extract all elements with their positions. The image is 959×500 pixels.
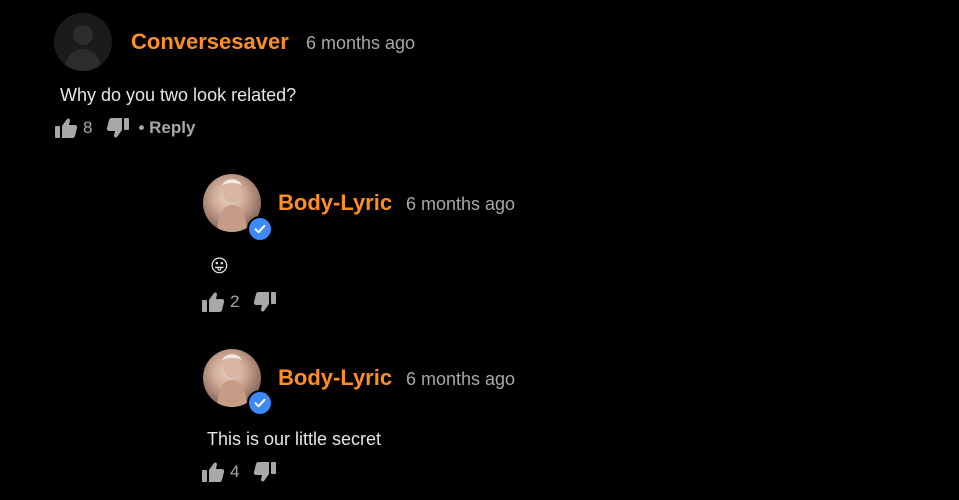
comment-actions: 4 [201, 461, 277, 483]
comment-text: 😛 [210, 256, 229, 276]
comment-username[interactable]: Body-Lyric [278, 365, 392, 391]
comment-timestamp: 6 months ago [306, 33, 416, 53]
dislike-button[interactable] [106, 117, 130, 139]
thumbs-down-icon [107, 118, 130, 138]
comment-username[interactable]: Conversesaver [131, 29, 289, 55]
dislike-button[interactable] [253, 461, 277, 483]
verified-check-icon [254, 398, 266, 408]
thumbs-down-icon [254, 462, 277, 482]
comment-text: This is our little secret [207, 429, 382, 449]
comment-text: Why do you two look related? [60, 85, 297, 105]
like-button[interactable]: 2 [201, 291, 239, 313]
verified-badge [247, 390, 273, 416]
verified-check-icon [254, 224, 266, 234]
thumbs-down-icon [254, 292, 277, 312]
comment-actions: 2 [201, 291, 277, 313]
like-count: 2 [230, 292, 240, 311]
comment-timestamp: 6 months ago [406, 194, 516, 214]
dislike-button[interactable] [253, 291, 277, 313]
like-button[interactable]: 8 [54, 117, 92, 139]
thumbs-up-icon [55, 118, 78, 138]
reply-button[interactable]: • Reply [138, 118, 195, 138]
thumbs-up-icon [202, 292, 225, 312]
comment-username[interactable]: Body-Lyric [278, 190, 392, 216]
thumbs-up-icon [202, 462, 225, 482]
like-count: 8 [83, 118, 93, 137]
comment-timestamp: 6 months ago [406, 369, 516, 389]
like-button[interactable]: 4 [201, 461, 239, 483]
default-user-avatar-icon [64, 25, 102, 71]
comments-thread: Conversesaver 6 months ago Why do you tw… [0, 0, 959, 500]
verified-badge [247, 216, 273, 242]
like-count: 4 [230, 462, 240, 481]
comment-actions: 8 • Reply [54, 117, 195, 139]
user-avatar[interactable] [54, 13, 112, 71]
